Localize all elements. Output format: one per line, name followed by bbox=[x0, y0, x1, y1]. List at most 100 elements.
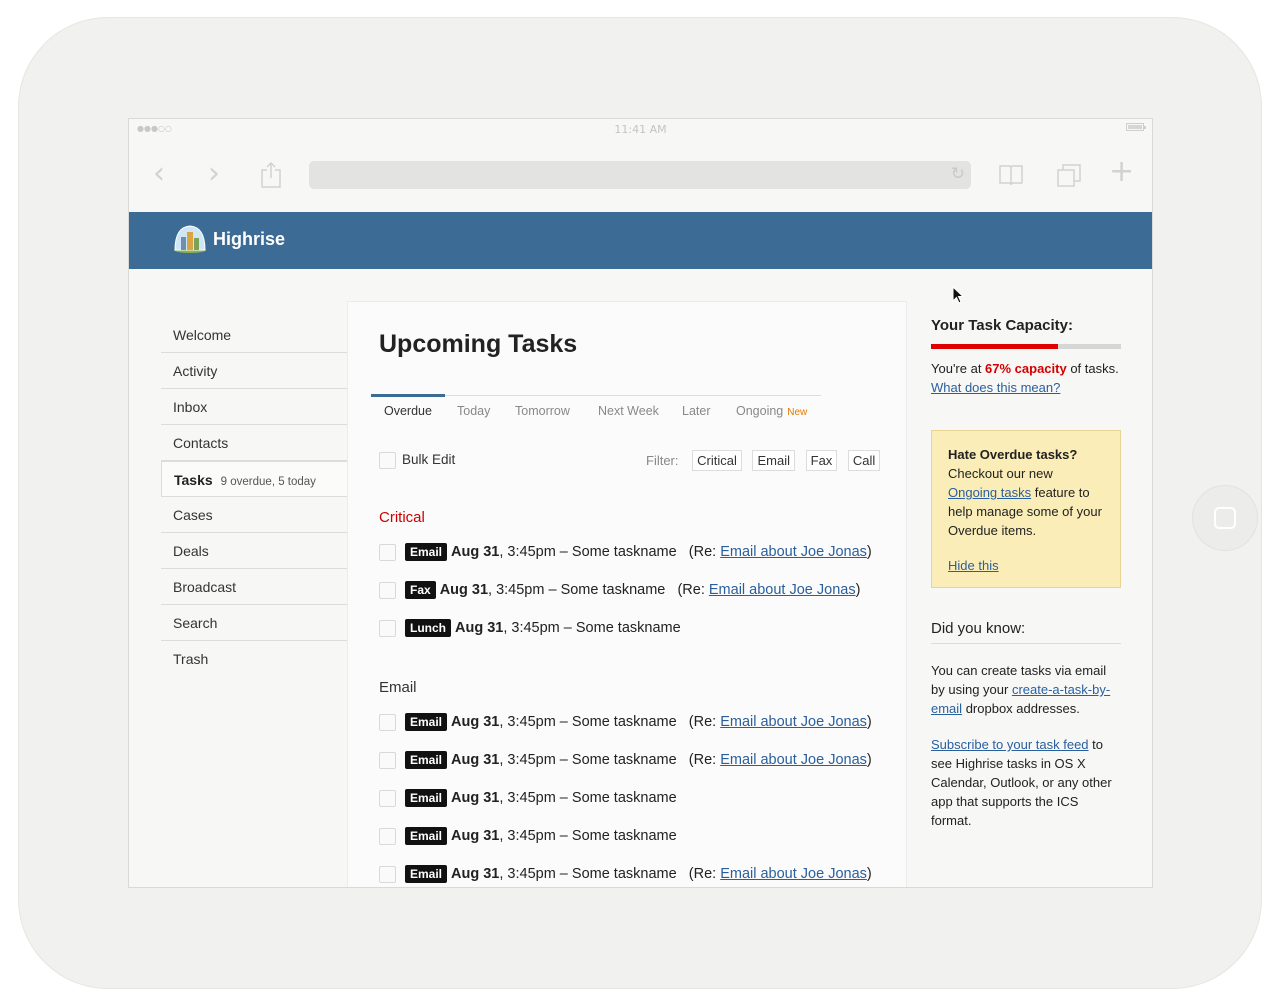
task-tag: Email bbox=[405, 713, 448, 732]
browser-toolbar: ‹ › ↻ + bbox=[129, 139, 1152, 211]
tab-overdue[interactable]: Overdue bbox=[384, 404, 432, 418]
task-date: Aug 31 bbox=[439, 582, 489, 598]
filter-fax-button[interactable]: Fax bbox=[805, 450, 838, 471]
screen: ●●●○○ 11:41 AM ‹ › ↻ + Highrise Welcome … bbox=[128, 118, 1153, 888]
section-title-critical: Critical bbox=[379, 509, 425, 526]
task-re-suffix: ) bbox=[866, 752, 872, 768]
home-button[interactable] bbox=[1192, 485, 1258, 551]
overdue-tip-box: Hate Overdue tasks? Checkout our new Ong… bbox=[931, 430, 1121, 588]
sidebar-item-label: Tasks bbox=[174, 472, 213, 488]
sidebar-item-tasks[interactable]: Tasks 9 overdue, 5 today bbox=[161, 461, 347, 497]
bookmarks-icon[interactable] bbox=[998, 163, 1024, 187]
task-name: , 3:45pm – Some taskname bbox=[499, 752, 677, 768]
capacity-pre: You're at bbox=[931, 361, 986, 376]
sidebar-item-label: Search bbox=[173, 615, 218, 631]
task-re-suffix: ) bbox=[866, 866, 872, 882]
task-date: Aug 31 bbox=[455, 620, 504, 636]
status-bar: ●●●○○ 11:41 AM bbox=[129, 119, 1152, 139]
share-icon[interactable] bbox=[260, 161, 282, 189]
capacity-title: Your Task Capacity: bbox=[931, 317, 1073, 334]
tab-tomorrow[interactable]: Tomorrow bbox=[515, 404, 570, 418]
task-checkbox[interactable] bbox=[379, 543, 396, 561]
task-checkbox[interactable] bbox=[379, 751, 396, 769]
task-related-link[interactable]: Email about Joe Jonas bbox=[720, 866, 867, 882]
tab-ongoing-label: Ongoing bbox=[736, 404, 784, 418]
status-time: 11:41 AM bbox=[614, 123, 667, 136]
task-checkbox[interactable] bbox=[379, 619, 396, 637]
tab-today[interactable]: Today bbox=[457, 404, 490, 418]
task-tag: Email bbox=[405, 751, 448, 770]
task-date: Aug 31 bbox=[451, 790, 500, 806]
sidebar-item-contacts[interactable]: Contacts bbox=[161, 425, 347, 461]
ongoing-tasks-link[interactable]: Ongoing tasks bbox=[948, 485, 1031, 500]
task-row: Lunch Aug 31, 3:45pm – Some taskname bbox=[379, 617, 681, 639]
bulk-edit[interactable]: Bulk Edit bbox=[379, 452, 455, 469]
task-re-prefix: (Re: bbox=[688, 714, 721, 730]
task-row: Email Aug 31, 3:45pm – Some taskname (Re:… bbox=[379, 863, 872, 885]
task-re-prefix: (Re: bbox=[688, 752, 721, 768]
app-header: Highrise bbox=[129, 212, 1152, 269]
task-name: , 3:45pm – Some taskname bbox=[499, 828, 677, 844]
task-checkbox[interactable] bbox=[379, 827, 396, 845]
new-tab-icon[interactable]: + bbox=[1109, 157, 1134, 187]
back-icon[interactable]: ‹ bbox=[153, 159, 165, 189]
capacity-post: of tasks. bbox=[1066, 361, 1119, 376]
sidebar-item-broadcast[interactable]: Broadcast bbox=[161, 569, 347, 605]
main-panel: Upcoming Tasks Overdue Today Tomorrow Ne… bbox=[347, 301, 907, 887]
task-tabs: Overdue Today Tomorrow Next Week Later O… bbox=[371, 394, 821, 429]
task-checkbox[interactable] bbox=[379, 789, 396, 807]
capacity-bar bbox=[931, 344, 1121, 349]
active-tab-indicator bbox=[371, 394, 445, 397]
sidebar-item-label: Cases bbox=[173, 507, 213, 523]
subscribe-task-feed-link[interactable]: Subscribe to your task feed bbox=[931, 737, 1089, 752]
did-you-know-text: Subscribe to your task feed to see Highr… bbox=[931, 735, 1121, 830]
sidebar-item-label: Activity bbox=[173, 363, 218, 379]
section-title-email: Email bbox=[379, 679, 417, 696]
tabs-icon[interactable] bbox=[1056, 163, 1082, 189]
tip-body: Checkout our new Ongoing tasks feature t… bbox=[948, 464, 1105, 540]
task-related-link[interactable]: Email about Joe Jonas bbox=[709, 582, 856, 598]
tip-title: Hate Overdue tasks? bbox=[948, 447, 1078, 462]
task-related-link[interactable]: Email about Joe Jonas bbox=[720, 752, 867, 768]
dyk-text: dropbox addresses. bbox=[962, 701, 1080, 716]
app-name[interactable]: Highrise bbox=[213, 229, 285, 250]
task-checkbox[interactable] bbox=[379, 865, 396, 883]
sidebar-item-welcome[interactable]: Welcome bbox=[161, 317, 347, 353]
task-row: Email Aug 31, 3:45pm – Some taskname (Re:… bbox=[379, 749, 872, 771]
filter-call-button[interactable]: Call bbox=[847, 450, 881, 471]
sidebar-item-deals[interactable]: Deals bbox=[161, 533, 347, 569]
sidebar-item-inbox[interactable]: Inbox bbox=[161, 389, 347, 425]
task-tag: Email bbox=[405, 543, 448, 562]
reload-icon[interactable]: ↻ bbox=[951, 164, 965, 184]
task-name: , 3:45pm – Some taskname bbox=[499, 866, 677, 882]
task-checkbox[interactable] bbox=[379, 713, 396, 731]
hide-tip-link[interactable]: Hide this bbox=[948, 556, 1105, 575]
tip-text: Checkout our new bbox=[948, 466, 1053, 481]
sidebar-item-activity[interactable]: Activity bbox=[161, 353, 347, 389]
sidebar-item-search[interactable]: Search bbox=[161, 605, 347, 641]
sidebar-item-label: Broadcast bbox=[173, 579, 237, 595]
bulk-edit-checkbox[interactable] bbox=[379, 452, 396, 469]
tab-later[interactable]: Later bbox=[682, 404, 711, 418]
filter-email-button[interactable]: Email bbox=[752, 450, 795, 471]
url-bar[interactable]: ↻ bbox=[309, 161, 971, 189]
tab-ongoing[interactable]: Ongoing New bbox=[736, 404, 807, 418]
task-name: , 3:45pm – Some taskname bbox=[503, 620, 681, 636]
sidebar-nav: Welcome Activity Inbox Contacts Tasks 9 o… bbox=[161, 317, 347, 677]
sidebar-item-trash[interactable]: Trash bbox=[161, 641, 347, 677]
page-title: Upcoming Tasks bbox=[379, 330, 578, 358]
sidebar-item-cases[interactable]: Cases bbox=[161, 497, 347, 533]
highrise-logo-icon[interactable] bbox=[173, 223, 207, 253]
tab-next-week[interactable]: Next Week bbox=[598, 404, 659, 418]
task-related-link[interactable]: Email about Joe Jonas bbox=[720, 544, 867, 560]
task-row: Email Aug 31, 3:45pm – Some taskname bbox=[379, 825, 677, 847]
filter-critical-button[interactable]: Critical bbox=[692, 450, 742, 471]
did-you-know-title: Did you know: bbox=[931, 620, 1121, 644]
forward-icon[interactable]: › bbox=[208, 159, 220, 189]
mouse-cursor-icon bbox=[952, 286, 964, 304]
task-related-link[interactable]: Email about Joe Jonas bbox=[720, 714, 867, 730]
capacity-help-link[interactable]: What does this mean? bbox=[931, 380, 1060, 395]
task-checkbox[interactable] bbox=[379, 581, 396, 599]
task-tag: Email bbox=[405, 789, 448, 808]
task-row: Email Aug 31, 3:45pm – Some taskname (Re:… bbox=[379, 541, 872, 563]
